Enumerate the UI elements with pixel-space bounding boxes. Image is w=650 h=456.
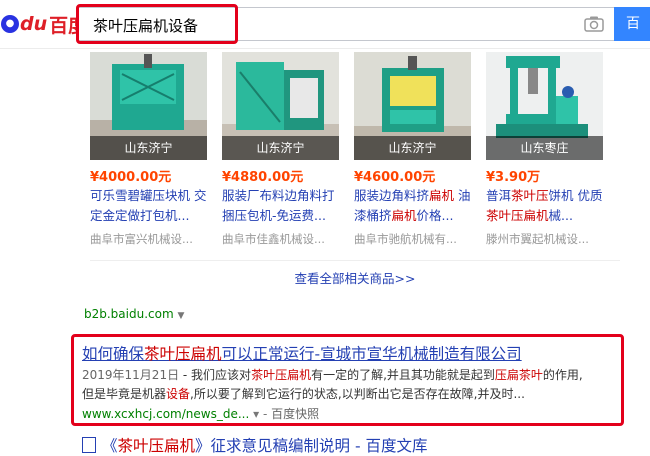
- snippet-text: 但是毕竟是机器: [82, 387, 167, 401]
- product-image[interactable]: 山东济宁: [354, 52, 471, 160]
- baidu-logo[interactable]: ● du 百度: [0, 12, 87, 37]
- product-location: 山东济宁: [354, 136, 471, 160]
- result-snippet: 2019年11月21日 - 我们应该对茶叶压扁机有一定的了解,并且其功能就是起到…: [82, 366, 612, 404]
- product-card[interactable]: 山东济宁 ¥4880.00元 服装厂布料边角料打捆压包机-免运费... 曲阜市佳…: [222, 52, 339, 247]
- title-highlight: 扁机: [391, 208, 417, 223]
- product-location: 山东枣庄: [486, 136, 603, 160]
- title-text: 《: [102, 437, 118, 455]
- product-image[interactable]: 山东济宁: [90, 52, 207, 160]
- snippet-text: ,所以要了解到它运行的状态,以判断出它是否存在故障,并及时...: [190, 387, 525, 401]
- result-url-text: www.xcxhcj.com/news_de...: [82, 407, 250, 421]
- result-title-link[interactable]: 如何确保茶叶压扁机可以正常运行-宣城市宣华机械制造有限公司: [82, 342, 522, 364]
- search-highlight-box: [76, 4, 238, 44]
- product-seller: 曲阜市驰航机械有...: [354, 232, 457, 246]
- product-title[interactable]: 普洱茶叶压饼机 优质茶叶压扁机械...: [486, 186, 603, 226]
- title-highlight: 扁机: [429, 188, 455, 203]
- product-card[interactable]: 山东济宁 ¥4000.00元 可乐雪碧罐压块机 交定金定做打包机... 曲阜市富…: [90, 52, 207, 247]
- snapshot-link[interactable]: 百度快照: [271, 407, 319, 421]
- product-location: 山东济宁: [90, 136, 207, 160]
- snippet-highlight: 设备: [166, 387, 191, 401]
- product-price: ¥4880.00元: [222, 170, 304, 185]
- document-icon: [82, 437, 96, 453]
- title-highlight: 茶叶压: [511, 188, 549, 203]
- search-button[interactable]: 百: [614, 7, 650, 41]
- snippet-highlight: 压扁茶叶: [494, 368, 543, 382]
- product-title[interactable]: 服装边角料挤扁机 油漆桶挤扁机价格...: [354, 186, 471, 226]
- caret-down-icon[interactable]: ▼: [177, 311, 184, 321]
- title-text: 可以正常运行-宣城市宣华机械制造有限公司: [221, 345, 522, 363]
- product-seller: 滕州市翼起机械设...: [486, 232, 589, 246]
- title-text: 饼机 优质: [548, 188, 603, 203]
- title-highlight: 茶叶压扁机: [117, 437, 196, 455]
- paw-icon: ●: [1, 15, 19, 33]
- title-text: 如何确保: [82, 345, 145, 363]
- product-title[interactable]: 服装厂布料边角料打捆压包机-免运费...: [222, 186, 339, 226]
- b2b-source-url[interactable]: b2b.baidu.com ▼: [84, 307, 184, 321]
- title-text: 》征求意见稿编制说明 - 百度文库: [195, 437, 428, 455]
- product-image[interactable]: 山东枣庄: [486, 52, 603, 160]
- snippet-text: 的作用,: [542, 368, 583, 382]
- snippet-highlight: 茶叶压扁机: [251, 368, 312, 382]
- snippet-text: 有一定的了解,并且其功能就是起到: [311, 368, 495, 382]
- product-location: 山东济宁: [222, 136, 339, 160]
- snippet-text: - 我们应该对: [179, 368, 252, 382]
- view-all-products-link[interactable]: 查看全部相关商品>>: [90, 268, 620, 287]
- product-price: ¥3.90万: [486, 170, 541, 185]
- product-card[interactable]: 山东枣庄 ¥3.90万 普洱茶叶压饼机 优质茶叶压扁机械... 滕州市翼起机械设…: [486, 52, 603, 247]
- result-date: 2019年11月21日: [82, 368, 180, 382]
- product-title[interactable]: 可乐雪碧罐压块机 交定金定做打包机...: [90, 186, 207, 226]
- product-seller: 曲阜市佳鑫机械设...: [222, 232, 325, 246]
- product-image[interactable]: 山东济宁: [222, 52, 339, 160]
- title-text: 服装边角料挤: [354, 188, 430, 203]
- title-text: 普洱: [486, 188, 512, 203]
- title-highlight: 茶叶压扁机: [486, 208, 549, 223]
- divider: [90, 260, 620, 261]
- separator: -: [262, 407, 268, 421]
- product-seller: 曲阜市富兴机械设...: [90, 232, 193, 246]
- b2b-url-text: b2b.baidu.com: [84, 307, 174, 321]
- title-text: 价格...: [416, 208, 454, 223]
- product-card[interactable]: 山东济宁 ¥4600.00元 服装边角料挤扁机 油漆桶挤扁机价格... 曲阜市驰…: [354, 52, 471, 247]
- product-price: ¥4600.00元: [354, 170, 436, 185]
- logo-latin: du: [20, 13, 48, 35]
- next-result-title-link[interactable]: 《茶叶压扁机》征求意见稿编制说明 - 百度文库: [82, 434, 427, 456]
- title-text: 械...: [548, 208, 573, 223]
- caret-down-icon[interactable]: ▾: [253, 407, 259, 421]
- camera-icon[interactable]: [584, 15, 604, 33]
- product-price: ¥4000.00元: [90, 170, 172, 185]
- result-url[interactable]: www.xcxhcj.com/news_de... ▾ - 百度快照: [82, 405, 319, 422]
- title-highlight: 茶叶压扁机: [144, 345, 222, 363]
